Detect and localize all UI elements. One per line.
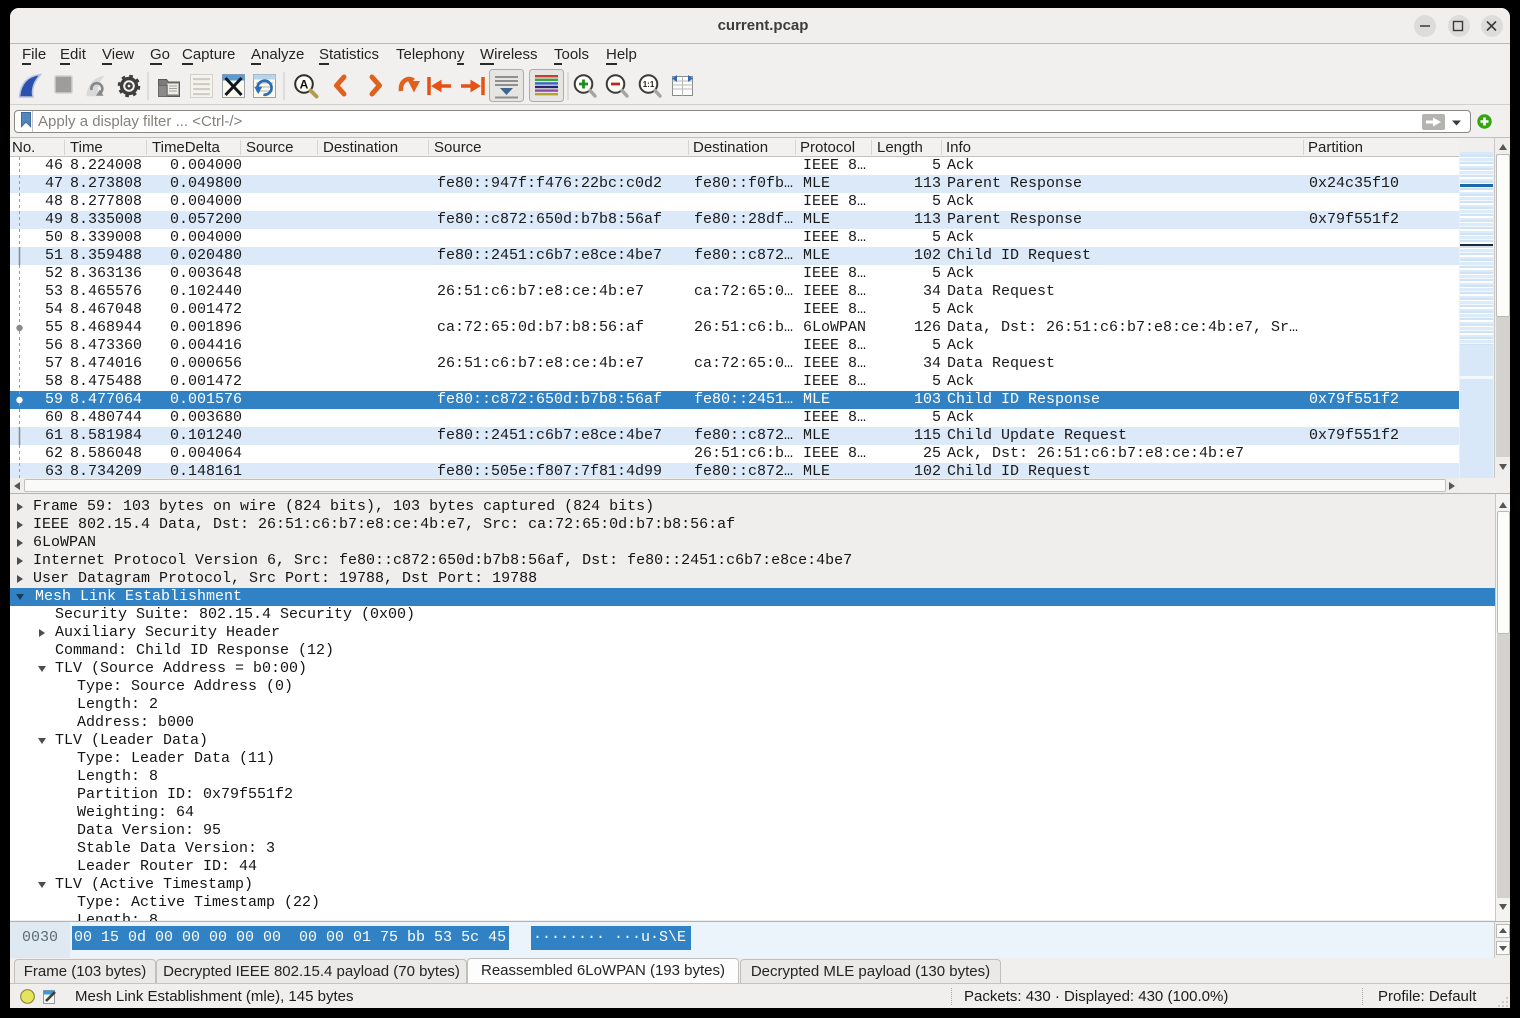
svg-text:A: A (300, 78, 309, 92)
svg-text:1:1: 1:1 (643, 80, 655, 89)
